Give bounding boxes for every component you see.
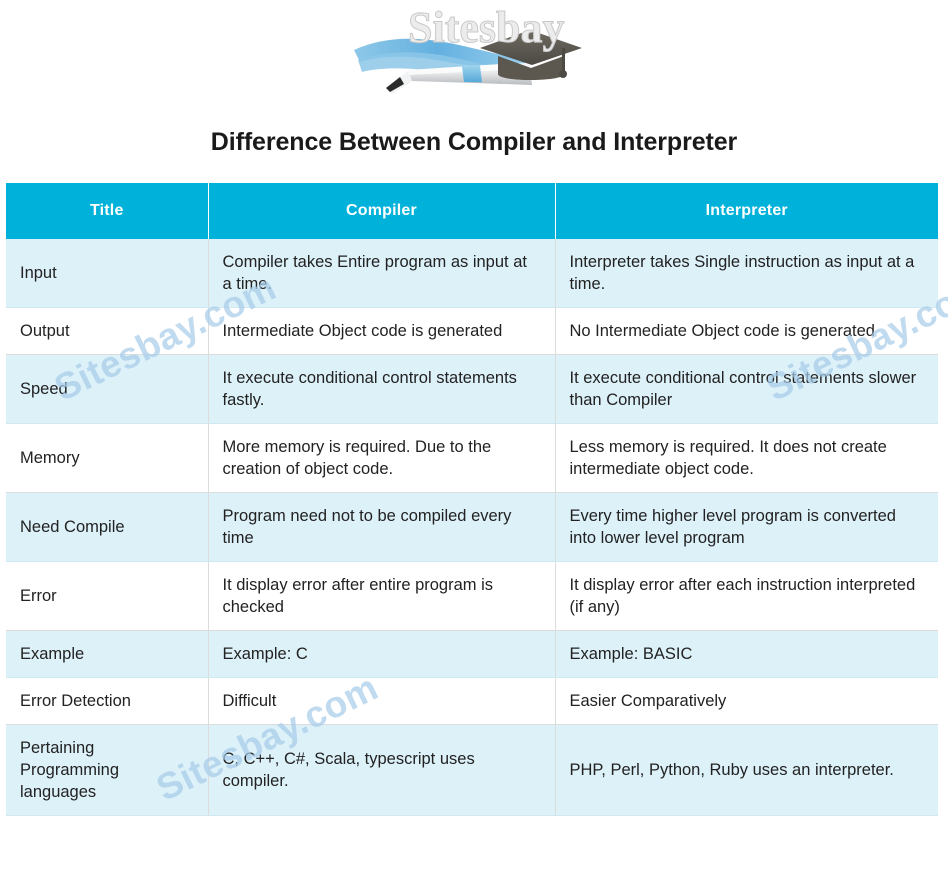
row-title: Output xyxy=(6,307,209,355)
row-interpreter-value: It execute conditional control statement… xyxy=(555,354,938,424)
row-title: Error Detection xyxy=(6,677,209,725)
comparison-table-container: Title Compiler Interpreter Input Compile… xyxy=(6,183,938,816)
row-compiler-value: C, C++, C#, Scala, typescript uses compi… xyxy=(208,724,556,816)
row-title: Input xyxy=(6,239,209,308)
row-compiler-value: It execute conditional control statement… xyxy=(208,354,556,424)
row-interpreter-value: Example: BASIC xyxy=(555,630,938,678)
table-header-row: Title Compiler Interpreter xyxy=(6,183,938,239)
row-compiler-value: More memory is required. Due to the crea… xyxy=(208,423,556,493)
row-compiler-value: Program need not to be compiled every ti… xyxy=(208,492,556,562)
row-interpreter-value: Easier Comparatively xyxy=(555,677,938,725)
column-header-interpreter: Interpreter xyxy=(555,183,938,239)
logo-wordmark: Sitesbay xyxy=(408,8,564,52)
page-title: Difference Between Compiler and Interpre… xyxy=(210,128,738,156)
row-interpreter-value: PHP, Perl, Python, Ruby uses an interpre… xyxy=(555,724,938,816)
row-compiler-value: Intermediate Object code is generated xyxy=(208,307,556,355)
table-header: Title Compiler Interpreter xyxy=(6,183,938,239)
table-row: Input Compiler takes Entire program as i… xyxy=(6,239,938,308)
row-compiler-value: Difficult xyxy=(208,677,556,725)
row-compiler-value: Compiler takes Entire program as input a… xyxy=(208,239,556,308)
table-row: Error It display error after entire prog… xyxy=(6,561,938,631)
table-row: Need Compile Program need not to be comp… xyxy=(6,492,938,562)
sitesbay-logo[interactable]: Sitesbay xyxy=(352,8,596,108)
row-title: Error xyxy=(6,561,209,631)
row-title: Pertaining Programming languages xyxy=(6,724,209,816)
table-body: Input Compiler takes Entire program as i… xyxy=(6,239,938,816)
row-interpreter-value: No Intermediate Object code is generated xyxy=(555,307,938,355)
row-interpreter-value: Interpreter takes Single instruction as … xyxy=(555,239,938,308)
row-interpreter-value: It display error after each instruction … xyxy=(555,561,938,631)
row-title: Speed xyxy=(6,354,209,424)
table-row: Memory More memory is required. Due to t… xyxy=(6,423,938,493)
logo-graphic: Sitesbay xyxy=(354,8,582,94)
row-interpreter-value: Less memory is required. It does not cre… xyxy=(555,423,938,493)
table-row: Output Intermediate Object code is gener… xyxy=(6,307,938,355)
table-row: Speed It execute conditional control sta… xyxy=(6,354,938,424)
table-row: Error Detection Difficult Easier Compara… xyxy=(6,677,938,725)
row-compiler-value: Example: C xyxy=(208,630,556,678)
table-row: Example Example: C Example: BASIC xyxy=(6,630,938,678)
site-logo-area: Sitesbay xyxy=(0,0,948,112)
row-interpreter-value: Every time higher level program is conve… xyxy=(555,492,938,562)
column-header-compiler: Compiler xyxy=(208,183,556,239)
table-row: Pertaining Programming languages C, C++,… xyxy=(6,724,938,816)
column-header-title: Title xyxy=(6,183,209,239)
row-title: Example xyxy=(6,630,209,678)
compiler-interpreter-table: Title Compiler Interpreter Input Compile… xyxy=(6,183,938,816)
row-title: Need Compile xyxy=(6,492,209,562)
row-title: Memory xyxy=(6,423,209,493)
row-compiler-value: It display error after entire program is… xyxy=(208,561,556,631)
